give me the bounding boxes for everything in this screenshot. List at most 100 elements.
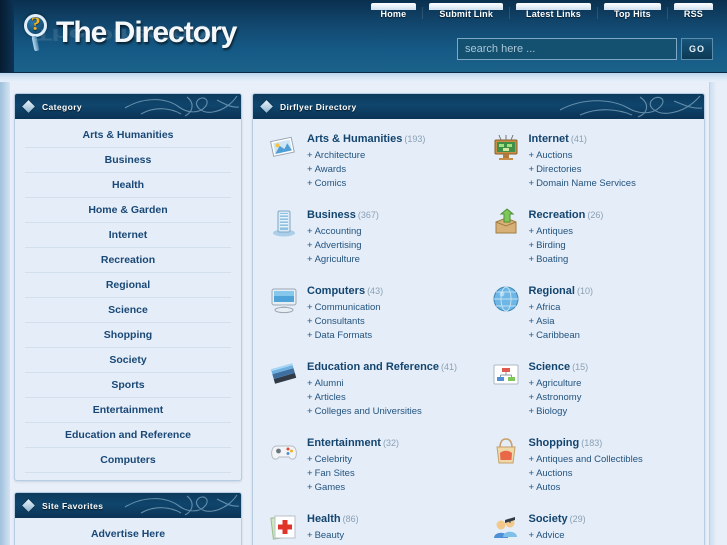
directory-category: Recreation (26) + Antiques + Birding + Boating <box>479 205 701 281</box>
subcategory-link[interactable]: + Agriculture <box>307 254 475 265</box>
sidebar-item-science[interactable]: Science <box>25 298 231 323</box>
subcategory-link[interactable]: + Consultants <box>307 316 475 327</box>
plus-icon: + <box>528 254 535 265</box>
directory-category-text: Recreation (26) + Antiques + Birding + Boating <box>527 205 697 265</box>
nav-item-rss[interactable]: RSS <box>668 3 719 24</box>
subcategory-link[interactable]: + Advertising <box>307 240 475 251</box>
subcategory-link[interactable]: + Astronomy <box>529 392 697 403</box>
subcategory-link[interactable]: + Domain Name Services <box>529 178 697 189</box>
subcategory-label: Advertising <box>314 240 362 251</box>
subcategory-link[interactable]: + Communication <box>307 302 475 313</box>
sidebar-item-health[interactable]: Health <box>25 173 231 198</box>
sidebar-item-arts-humanities[interactable]: Arts & Humanities <box>25 123 231 148</box>
subcategory-link[interactable]: + Beauty <box>307 530 475 541</box>
subcategory-link[interactable]: + Data Formats <box>307 330 475 341</box>
nav-tab-top <box>603 3 661 10</box>
subcategory-link[interactable]: + Antiques and Collectibles <box>529 454 697 465</box>
category-link[interactable]: Arts & Humanities <box>307 133 402 145</box>
category-link[interactable]: Education and Reference <box>307 361 439 373</box>
sidebar-item-computers[interactable]: Computers <box>25 448 231 473</box>
directory-category-heading: Business (367) <box>307 205 475 223</box>
favorites-panel-body: Advertise HereAdvertise Here <box>15 518 241 545</box>
directory-category: Arts & Humanities (193) + Architecture + Awar… <box>257 129 479 205</box>
category-link[interactable]: Business <box>307 209 356 221</box>
plus-icon: + <box>528 530 535 541</box>
subcategory-link[interactable]: + Autos <box>529 482 697 493</box>
directory-panel-title: Dirflyer Directory <box>280 101 357 112</box>
subcategory-label: Fan Sites <box>314 468 355 479</box>
sidebar-item-education-and-reference[interactable]: Education and Reference <box>25 423 231 448</box>
category-panel-body: Arts & Humanities Business Health Home & Ga… <box>15 119 241 480</box>
nav-item-latest-links[interactable]: Latest Links <box>510 3 597 24</box>
plus-icon: + <box>528 178 535 189</box>
category-link[interactable]: Health <box>307 513 341 525</box>
subcategory-link[interactable]: + Biology <box>529 406 697 417</box>
subcategory-link[interactable]: + Celebrity <box>307 454 475 465</box>
subcategory-link[interactable]: + Birding <box>529 240 697 251</box>
subcategory-link[interactable]: + Auctions <box>529 150 697 161</box>
category-link[interactable]: Computers <box>307 285 365 297</box>
subcategory-link[interactable]: + Fan Sites <box>307 468 475 479</box>
sidebar-item-internet[interactable]: Internet <box>25 223 231 248</box>
plus-icon: + <box>307 164 313 175</box>
sidebar-item-regional[interactable]: Regional <box>25 273 231 298</box>
plus-icon: + <box>528 302 535 313</box>
subcategory-link[interactable]: + Games <box>307 482 475 493</box>
directory-category-heading: Recreation (26) <box>529 205 697 223</box>
desktop-computer-icon <box>263 281 305 341</box>
sidebar-item-home-garden[interactable]: Home & Garden <box>25 198 231 223</box>
subcategory-link[interactable]: + Articles <box>307 392 475 403</box>
plus-icon: + <box>307 302 313 313</box>
search-go-button[interactable]: GO <box>681 38 713 60</box>
subcategory-link[interactable]: + Caribbean <box>529 330 697 341</box>
sidebar-item-sports[interactable]: Sports <box>25 373 231 398</box>
subcategory-label: Africa <box>536 302 561 313</box>
nav-item-submit-link[interactable]: Submit Link <box>423 3 509 24</box>
directory-category-text: Science (15) + Agriculture + Astronomy + Biolog… <box>527 357 697 417</box>
category-link[interactable]: Regional <box>529 285 575 297</box>
category-link[interactable]: Internet <box>529 133 569 145</box>
sidebar-item-shopping[interactable]: Shopping <box>25 323 231 348</box>
plus-icon: + <box>307 226 313 237</box>
favorites-panel-header: Site Favorites <box>15 493 241 518</box>
subcategory-label: Awards <box>314 164 347 175</box>
subcategory-link[interactable]: + Asia <box>529 316 697 327</box>
subcategory-link[interactable]: + Architecture <box>307 150 475 161</box>
sidebar-item-recreation[interactable]: Recreation <box>25 248 231 273</box>
subcategory-link[interactable]: + Comics <box>307 178 475 189</box>
subcategory-link[interactable]: + Advice <box>529 530 697 541</box>
category-link[interactable]: Society <box>529 513 568 525</box>
sidebar-item-business[interactable]: Business <box>25 148 231 173</box>
category-link[interactable]: Entertainment <box>307 437 381 449</box>
subcategory-link[interactable]: + Accounting <box>307 226 475 237</box>
category-count: (26) <box>587 210 604 220</box>
directory-category: Business (367) + Accounting + Advertising + Agr… <box>257 205 479 281</box>
subcategory-link[interactable]: + Auctions <box>529 468 697 479</box>
sidebar-item-entertainment[interactable]: Entertainment <box>25 398 231 423</box>
favorite-item[interactable]: Advertise Here <box>25 522 231 545</box>
nav-tab-top <box>516 3 591 10</box>
subcategory-link[interactable]: + Alumni <box>307 378 475 389</box>
diamond-icon <box>22 499 35 512</box>
sidebar-item-society[interactable]: Society <box>25 348 231 373</box>
nav-item-label: Latest Links <box>526 9 581 19</box>
category-link[interactable]: Science <box>529 361 571 373</box>
subcategory-link[interactable]: + Africa <box>529 302 697 313</box>
nav-item-top-hits[interactable]: Top Hits <box>598 3 667 24</box>
monitor-network-icon <box>485 129 527 189</box>
category-link[interactable]: Shopping <box>529 437 580 449</box>
subcategory-link[interactable]: + Antiques <box>529 226 697 237</box>
nav-item-home[interactable]: Home <box>365 3 423 24</box>
category-link[interactable]: Recreation <box>529 209 586 221</box>
subcategory-link[interactable]: + Colleges and Universities <box>307 406 475 417</box>
site-logo[interactable]: ? The Directory <box>22 8 237 58</box>
subcategory-link[interactable]: + Boating <box>529 254 697 265</box>
plus-icon: + <box>307 150 313 161</box>
search-input[interactable] <box>457 38 677 60</box>
directory-category-heading: Internet (41) <box>529 129 697 147</box>
subcategory-label: Advice <box>536 530 565 541</box>
subcategory-link[interactable]: + Agriculture <box>529 378 697 389</box>
directory-category-text: Entertainment (32) + Celebrity + Fan Sites + Ga… <box>305 433 475 493</box>
subcategory-link[interactable]: + Directories <box>529 164 697 175</box>
subcategory-link[interactable]: + Awards <box>307 164 475 175</box>
